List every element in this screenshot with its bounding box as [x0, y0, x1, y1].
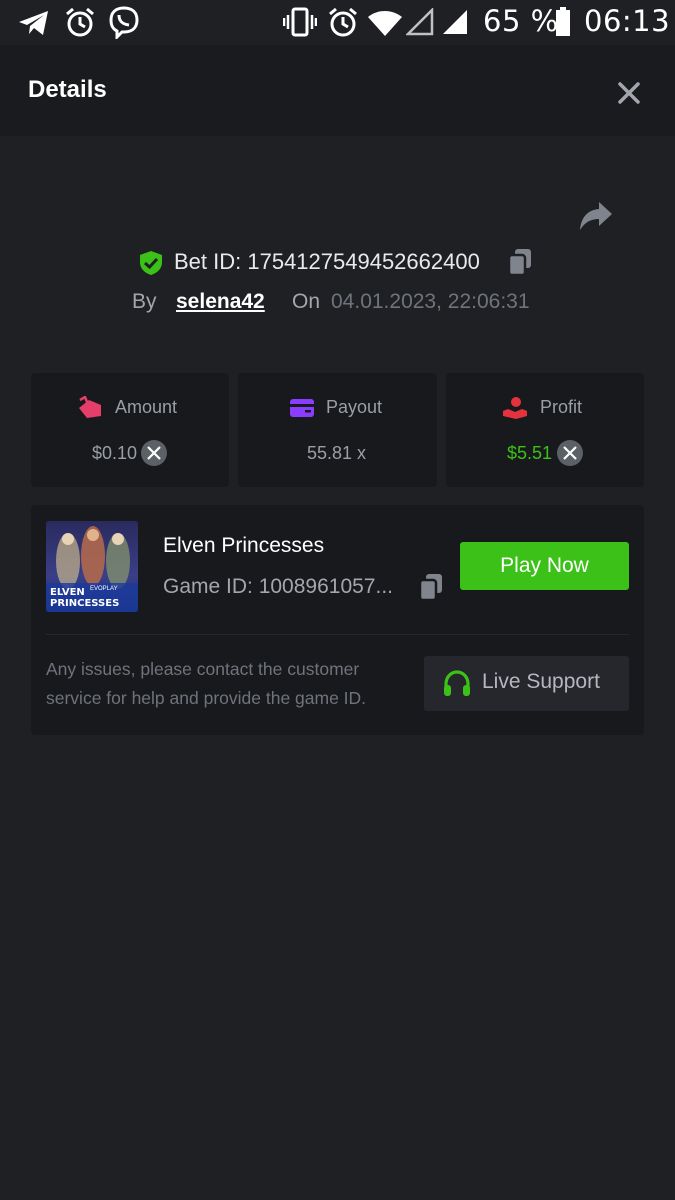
- by-label: By: [132, 290, 157, 313]
- page-title: Details: [28, 76, 107, 103]
- amount-icon: [79, 396, 101, 418]
- alarm-icon: [329, 7, 357, 37]
- game-id: Game ID: 1008961057...: [163, 575, 393, 598]
- currency-coin-icon: [557, 440, 583, 466]
- game-name: Elven Princesses: [163, 534, 325, 557]
- signal-empty-icon: [406, 8, 434, 36]
- battery-percent: 65 %: [483, 4, 559, 38]
- clock-time: 06:13: [584, 4, 671, 38]
- currency-coin-icon: [141, 440, 167, 466]
- battery-icon: [556, 7, 570, 36]
- profit-label: Profit: [540, 397, 583, 417]
- amount-label: Amount: [115, 397, 178, 417]
- vibrate-icon: [283, 7, 317, 37]
- divider: [46, 634, 629, 635]
- copy-icon[interactable]: [418, 573, 444, 601]
- amount-value: $0.10: [92, 443, 138, 463]
- payout-value: 55.81 x: [307, 443, 367, 463]
- amount-card: Amount $0.10: [31, 373, 229, 487]
- game-panel: ELVEN PRINCESSES EVOPLAY Elven Princesse…: [31, 505, 644, 735]
- game-thumbnail[interactable]: ELVEN PRINCESSES EVOPLAY: [46, 521, 138, 612]
- profit-icon: [503, 397, 527, 419]
- play-now-button[interactable]: Play Now: [460, 542, 629, 590]
- telegram-icon: [19, 11, 48, 35]
- game-thumbnail-brand: EVOPLAY: [90, 586, 118, 592]
- payout-icon: [290, 399, 314, 417]
- username-link[interactable]: selena42: [176, 290, 265, 314]
- wifi-icon: [368, 11, 402, 36]
- headset-icon: [444, 670, 470, 696]
- bet-datetime: 04.01.2023, 22:06:31: [331, 290, 530, 313]
- verified-shield-icon: [140, 251, 162, 275]
- payout-label: Payout: [326, 397, 383, 417]
- details-header: Details: [0, 45, 675, 136]
- close-icon[interactable]: [614, 78, 644, 108]
- live-support-button[interactable]: Live Support: [424, 656, 629, 711]
- on-label: On: [292, 290, 321, 313]
- signal-icon: [443, 10, 467, 34]
- copy-icon[interactable]: [507, 248, 533, 276]
- profit-value: $5.51: [507, 443, 553, 463]
- alarm-icon: [66, 7, 94, 37]
- payout-card: Payout 55.81 x: [238, 373, 437, 487]
- bet-meta-row: By selena42 On 04.01.2023, 22:06:31: [0, 288, 675, 318]
- viber-icon: [109, 6, 139, 39]
- share-icon[interactable]: [578, 200, 614, 232]
- support-message: Any issues, please contact the customer …: [46, 659, 367, 708]
- bet-id: Bet ID: 1754127549452662400: [174, 249, 480, 274]
- profit-card: Profit $5.51: [446, 373, 644, 487]
- live-support-label: Live Support: [482, 670, 600, 693]
- status-bar: 65 % 06:13: [0, 0, 675, 45]
- bet-id-row: Bet ID: 1754127549452662400: [0, 248, 675, 278]
